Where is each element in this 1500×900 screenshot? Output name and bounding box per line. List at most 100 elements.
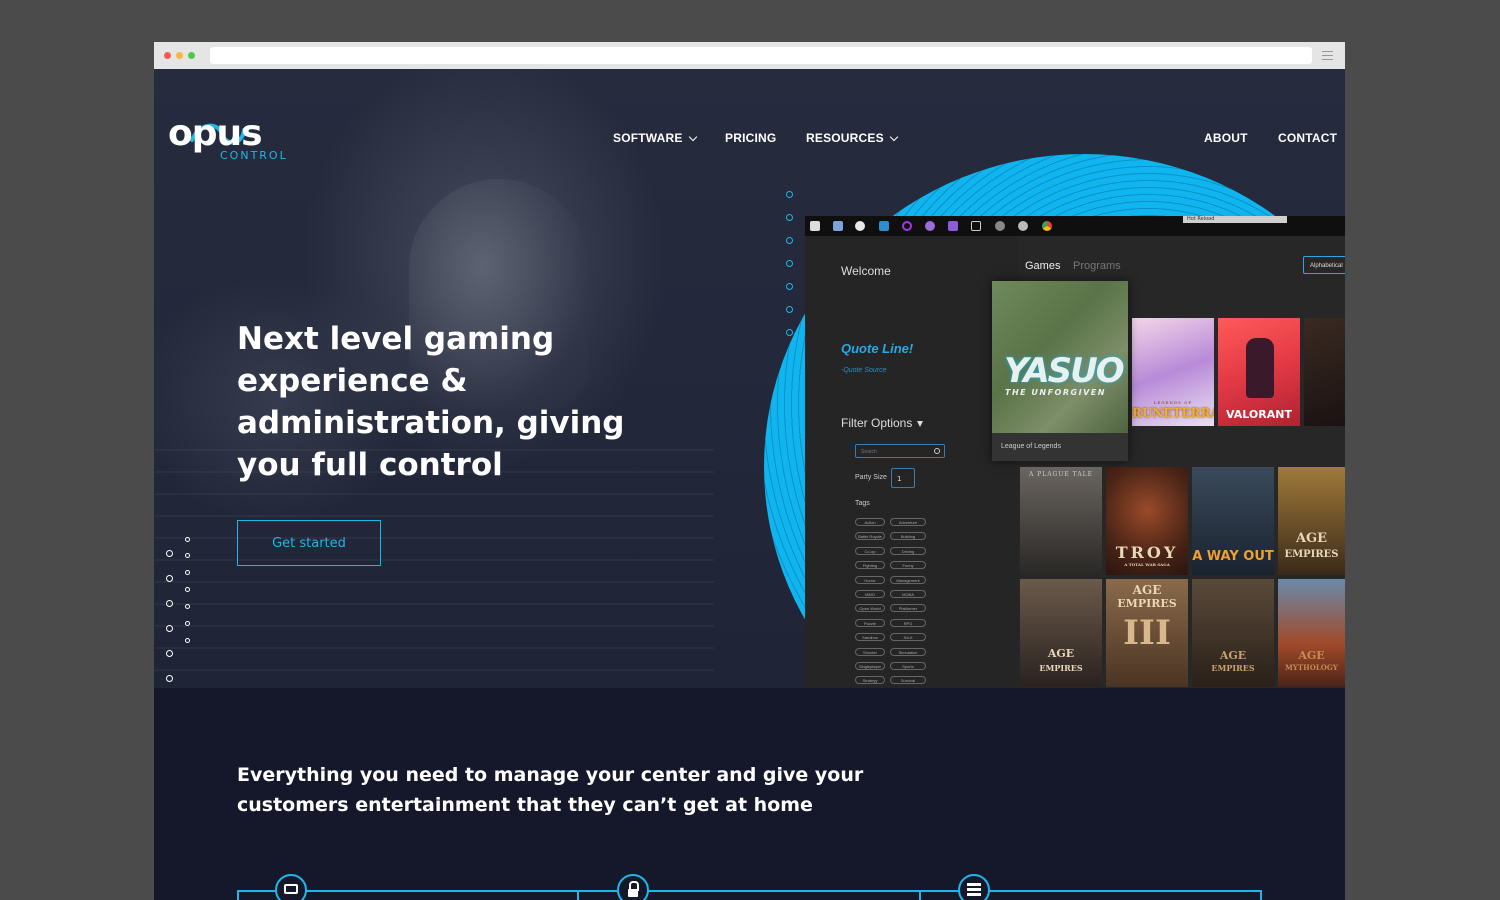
tag-chip[interactable]: Singleplayer [855, 662, 885, 670]
app-icon [833, 221, 843, 231]
tag-chip[interactable]: Management [890, 575, 926, 584]
featured-title: YASUO [1004, 351, 1125, 391]
game-card-age-of-empires-2[interactable]: AGE EMPIRES [1020, 579, 1102, 687]
nav-software-label: SOFTWARE [613, 131, 683, 145]
section-tagline: Everything you need to manage your cente… [237, 764, 864, 816]
tag-chip[interactable]: MMO [855, 590, 885, 598]
hero-section: opus CONTROL SOFTWARE PRICING RESOURCES … [154, 69, 1345, 688]
nav-about[interactable]: ABOUT [1204, 131, 1248, 145]
home-icon [810, 221, 820, 231]
tag-chip[interactable]: Action [855, 518, 885, 526]
tag-chip[interactable]: Simulation [890, 647, 926, 656]
minimize-dot[interactable] [176, 52, 183, 59]
tag-chip[interactable]: Co-op [855, 546, 885, 555]
featured-subtitle: THE UNFORGIVEN [1005, 388, 1106, 397]
game-card-age-of-mythology[interactable]: AGE MYTHOLOGY [1278, 579, 1345, 687]
plague-tale-title: A PLAGUE TALE [1028, 471, 1094, 478]
runeterra-title: RUNETERRA [1132, 406, 1214, 420]
welcome-label: Welcome [841, 264, 891, 278]
features-section: Everything you need to manage your cente… [154, 688, 1345, 900]
tag-chip[interactable]: Platformer [890, 604, 926, 613]
monitor-icon [284, 884, 298, 894]
game-card-troy[interactable]: TROY A TOTAL WAR SAGA [1106, 467, 1188, 575]
nav-resources[interactable]: RESOURCES [806, 131, 899, 145]
tag-chip[interactable]: Adventure [890, 518, 926, 526]
server-icon [967, 883, 981, 896]
tag-chip[interactable]: Sandbox [855, 633, 885, 642]
quote-source: -Quote Source [841, 367, 887, 374]
chrome-icon [1042, 221, 1052, 231]
game-card-plague-tale[interactable]: A PLAGUE TALE [1020, 467, 1102, 575]
game-card-age-of-empires-3[interactable]: AGE EMPIRES III [1106, 579, 1188, 687]
party-size-label: Party Size [855, 474, 887, 481]
unlock-shackle [629, 881, 639, 891]
tag-chip[interactable]: Puzzle [855, 618, 885, 627]
search-input[interactable]: Search [855, 444, 945, 458]
app-screenshot: Hot Reload Welcome Quote Line! -Quote So… [805, 216, 1345, 688]
filter-options-label: Filter Options [841, 416, 913, 430]
nav-software[interactable]: SOFTWARE [613, 131, 697, 145]
tag-chip[interactable]: Strategy [855, 676, 885, 685]
tag-chip[interactable]: Sci-fi [890, 633, 926, 642]
game-card-a-way-out[interactable]: A WAY OUT [1192, 467, 1274, 575]
app-icon [995, 221, 1005, 231]
tag-chip[interactable]: Building [890, 532, 926, 541]
aoe4-empires: EMPIRES [1211, 663, 1255, 673]
a-way-out-title: A WAY OUT [1192, 549, 1274, 564]
valorant-figure [1246, 338, 1274, 398]
tag-chip[interactable]: Driving [890, 546, 926, 555]
get-started-button[interactable]: Get started [237, 520, 381, 566]
tag-chip[interactable]: Open World [855, 604, 885, 613]
feature-border [237, 890, 239, 900]
nav-contact[interactable]: CONTACT [1278, 131, 1337, 145]
aoe3-age: AGE [1132, 583, 1162, 597]
tag-chip[interactable]: Shooter [855, 647, 885, 656]
tag-chip[interactable]: Horror [855, 575, 885, 584]
app-icon [1018, 221, 1028, 231]
game-card-valorant[interactable]: VALORANT [1218, 318, 1300, 426]
tag-chip[interactable]: Funny [890, 561, 926, 570]
runeterra-top: LEGENDS OF [1153, 400, 1193, 405]
tag-chip[interactable]: Fighting [855, 561, 885, 570]
game-card-partial[interactable] [1304, 318, 1345, 426]
aoe3-numeral: III [1123, 613, 1171, 653]
hero-headline: Next level gaming experience & administr… [237, 321, 625, 483]
browser-window: opus CONTROL SOFTWARE PRICING RESOURCES … [154, 42, 1345, 900]
nav-pricing[interactable]: PRICING [725, 131, 776, 145]
game-card-age-of-empires[interactable]: AGE EMPIRES [1278, 467, 1345, 575]
filter-options[interactable]: Filter Options [841, 416, 924, 430]
close-dot[interactable] [164, 52, 171, 59]
quote-line: Quote Line! [841, 341, 914, 356]
tag-chip[interactable]: Survival [890, 676, 926, 685]
troy-title: TROY [1115, 543, 1179, 562]
tag-chip[interactable]: Battle Royale [855, 532, 885, 541]
address-bar[interactable] [210, 47, 1312, 64]
tab-games[interactable]: Games [1025, 260, 1060, 272]
party-size-input[interactable]: 1 [891, 468, 915, 488]
tab-programs[interactable]: Programs [1073, 260, 1121, 272]
valorant-title: VALORANT [1226, 408, 1292, 421]
featured-game-card[interactable]: YASUO THE UNFORGIVEN League of Legends [992, 281, 1128, 461]
maximize-dot[interactable] [188, 52, 195, 59]
app-icon [879, 221, 889, 231]
app-taskbar: Hot Reload [805, 216, 1345, 236]
tag-chip[interactable]: Sports [890, 662, 926, 670]
hot-reload-bar[interactable]: Hot Reload [1183, 216, 1287, 223]
feature-border [577, 890, 579, 900]
chevron-down-icon [889, 132, 899, 142]
game-card-age-of-empires-4[interactable]: AGE EMPIRES [1192, 579, 1274, 687]
app-icon [855, 221, 865, 231]
hamburger-icon[interactable] [1322, 51, 1333, 60]
featured-caption: League of Legends [1001, 443, 1061, 450]
logo-subtext: CONTROL [220, 149, 288, 162]
tag-chip[interactable]: RPG [890, 618, 926, 627]
aoe3-empires: EMPIRES [1117, 597, 1177, 610]
aoe2-empires: EMPIRES [1039, 663, 1083, 673]
sort-dropdown[interactable]: Alphabetical [1303, 256, 1345, 274]
app-icon [971, 221, 981, 231]
tag-chip[interactable]: MOBA [890, 590, 926, 598]
aoe-empires: EMPIRES [1284, 549, 1339, 560]
opus-control-logo[interactable]: opus CONTROL [168, 115, 288, 167]
feature-circle [958, 874, 990, 900]
game-card-runeterra[interactable]: LEGENDS OF RUNETERRA [1132, 318, 1214, 426]
